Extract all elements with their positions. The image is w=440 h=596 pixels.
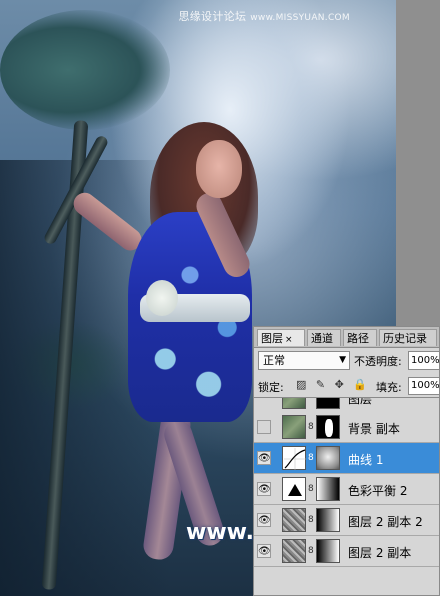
layer-name: 图层 bbox=[348, 397, 373, 406]
eye-icon[interactable]: 👁 bbox=[257, 544, 271, 558]
link-icon: 8 bbox=[308, 546, 314, 556]
eye-icon[interactable]: 👁 bbox=[257, 513, 271, 527]
model-face bbox=[196, 140, 242, 198]
link-icon: 8 bbox=[308, 453, 314, 463]
curves-adjustment-icon bbox=[282, 446, 306, 470]
layers-panel: 图层 × 通道 路径 历史记录 正常 ▼ 不透明度: 100% 锁定: ▨ ✎ ✥… bbox=[253, 326, 440, 596]
layer-row[interactable]: 👁 8 图层 2 副本 bbox=[254, 536, 439, 567]
panel-tabs: 图层 × 通道 路径 历史记录 bbox=[254, 327, 439, 348]
layer-name: 图层 2 副本 bbox=[348, 546, 412, 560]
layer-thumbnail bbox=[282, 539, 306, 563]
fill-input[interactable]: 100% bbox=[408, 377, 440, 395]
tab-paths-label: 路径 bbox=[347, 332, 369, 345]
link-icon: 8 bbox=[308, 484, 314, 494]
eye-icon[interactable] bbox=[257, 420, 271, 434]
layer-name: 曲线 1 bbox=[348, 453, 384, 467]
eye-icon[interactable]: 👁 bbox=[257, 482, 271, 496]
link-icon: 8 bbox=[308, 422, 314, 432]
watermark-top: 思缘设计论坛 www.MISSYUAN.COM bbox=[178, 8, 350, 24]
blend-mode-select[interactable]: 正常 ▼ bbox=[258, 351, 350, 370]
layer-mask-thumbnail bbox=[316, 415, 340, 439]
layer-row-selected[interactable]: 👁 8 曲线 1 bbox=[254, 443, 439, 474]
lock-options-icons[interactable]: ▨ ✎ ✥ 🔒 bbox=[296, 378, 370, 391]
watermark-top-cn: 思缘设计论坛 bbox=[178, 10, 247, 23]
tab-channels-label: 通道 bbox=[311, 332, 333, 345]
chevron-down-icon: ▼ bbox=[339, 355, 346, 365]
opacity-label: 不透明度: bbox=[354, 355, 402, 368]
tab-layers[interactable]: 图层 × bbox=[257, 329, 305, 346]
tab-paths[interactable]: 路径 bbox=[343, 329, 377, 346]
layer-thumbnail bbox=[282, 508, 306, 532]
blend-row: 正常 ▼ 不透明度: 100% bbox=[258, 351, 440, 371]
layer-mask-thumbnail bbox=[316, 398, 340, 409]
layer-name: 背景 副本 bbox=[348, 422, 400, 436]
model-belt-bow bbox=[146, 280, 178, 316]
layer-thumbnail bbox=[282, 398, 306, 409]
layer-mask-thumbnail bbox=[316, 477, 340, 501]
layer-mask-thumbnail bbox=[316, 508, 340, 532]
layer-name: 图层 2 副本 2 bbox=[348, 515, 423, 529]
lock-label: 锁定: bbox=[258, 381, 284, 394]
tab-history-label: 历史记录 bbox=[383, 332, 427, 345]
layer-list: 图层 8 背景 副本 👁 8 曲线 1 👁 8 色彩平衡 2 👁 8 图层 2 … bbox=[254, 397, 439, 595]
eye-icon[interactable]: 👁 bbox=[257, 451, 271, 465]
layer-name: 色彩平衡 2 bbox=[348, 484, 408, 498]
layer-mask-thumbnail bbox=[316, 446, 340, 470]
link-icon: 8 bbox=[308, 515, 314, 525]
blend-mode-value: 正常 bbox=[263, 354, 285, 367]
tab-channels[interactable]: 通道 bbox=[307, 329, 341, 346]
fill-label: 填充: bbox=[376, 381, 402, 394]
layer-row[interactable]: 👁 8 图层 2 副本 2 bbox=[254, 505, 439, 536]
opacity-input[interactable]: 100% bbox=[408, 351, 440, 370]
layer-thumbnail bbox=[282, 415, 306, 439]
watermark-top-site: www.MISSYUAN.COM bbox=[250, 13, 350, 23]
color-balance-icon bbox=[282, 477, 306, 501]
layer-row[interactable]: 图层 bbox=[254, 397, 439, 413]
tab-layers-label: 图层 bbox=[261, 332, 283, 345]
layer-row[interactable]: 👁 8 色彩平衡 2 bbox=[254, 474, 439, 505]
tab-history[interactable]: 历史记录 bbox=[379, 329, 437, 346]
lock-row: 锁定: ▨ ✎ ✥ 🔒 填充: 100% bbox=[258, 377, 440, 395]
tree-canopy bbox=[0, 10, 170, 130]
layer-mask-thumbnail bbox=[316, 539, 340, 563]
close-icon[interactable]: × bbox=[285, 335, 293, 345]
layer-row[interactable]: 8 背景 副本 bbox=[254, 412, 439, 443]
